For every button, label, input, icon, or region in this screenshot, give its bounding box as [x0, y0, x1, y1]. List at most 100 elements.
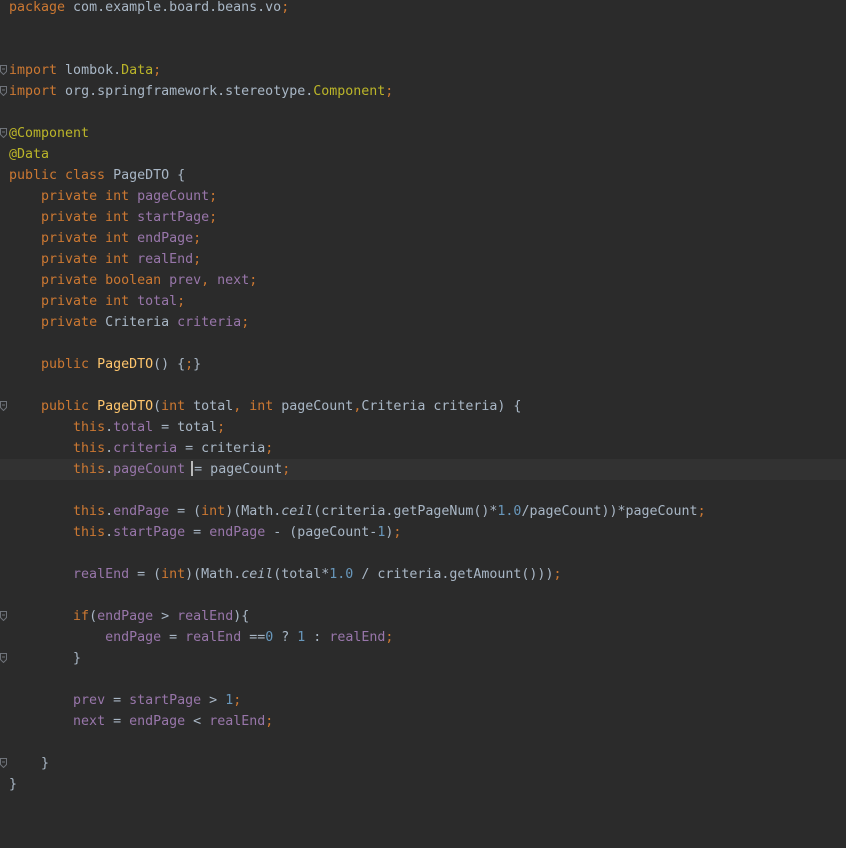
code-token: ; — [153, 63, 162, 78]
code-text: this.total = total; — [9, 417, 225, 438]
code-line[interactable] — [0, 585, 846, 606]
code-line[interactable]: this.criteria = criteria; — [0, 438, 846, 459]
code-text: private int realEnd; — [9, 249, 201, 270]
code-line[interactable]: private int total; — [0, 291, 846, 312]
code-line[interactable]: private int endPage; — [0, 228, 846, 249]
code-text: } — [9, 774, 17, 795]
code-token: ; — [265, 441, 274, 456]
code-line[interactable]: import lombok.Data; — [0, 60, 846, 81]
code-line[interactable]: } — [0, 774, 846, 795]
code-line[interactable]: private int startPage; — [0, 207, 846, 228]
code-token: : — [305, 630, 330, 645]
code-text: public PageDTO(int total, int pageCount,… — [9, 396, 521, 417]
code-line[interactable]: } — [0, 648, 846, 669]
code-token: int — [161, 567, 186, 582]
code-text: this.criteria = criteria; — [9, 438, 273, 459]
code-line[interactable]: import org.springframework.stereotype.Co… — [0, 81, 846, 102]
code-line[interactable]: private int realEnd; — [0, 249, 846, 270]
code-text: if(endPage > realEnd){ — [9, 606, 249, 627]
code-token: this — [73, 462, 106, 477]
code-token: - (pageCount- — [265, 525, 378, 540]
code-line[interactable] — [0, 732, 846, 753]
code-line[interactable] — [0, 39, 846, 60]
code-line[interactable]: this.total = total; — [0, 417, 846, 438]
code-token: public — [41, 357, 98, 372]
code-line[interactable]: @Data — [0, 144, 846, 165]
code-line[interactable] — [0, 333, 846, 354]
code-token: ; — [385, 630, 394, 645]
code-token: ( — [153, 399, 162, 414]
code-token: ceil — [241, 567, 274, 582]
code-token: (total* — [273, 567, 330, 582]
code-token: realEnd — [137, 252, 194, 267]
code-token: int — [201, 504, 226, 519]
code-token: ; — [553, 567, 562, 582]
code-line[interactable]: realEnd = (int)(Math.ceil(total*1.0 / cr… — [0, 564, 846, 585]
code-token: this — [73, 420, 106, 435]
code-token: ; — [193, 231, 202, 246]
code-line[interactable]: } — [0, 753, 846, 774]
code-line[interactable]: this.startPage = endPage - (pageCount-1)… — [0, 522, 846, 543]
code-text: private Criteria criteria; — [9, 312, 249, 333]
code-editor[interactable]: package com.example.board.beans.vo; impor… — [0, 0, 846, 848]
code-token: endPage — [137, 231, 194, 246]
code-line[interactable]: private int pageCount; — [0, 186, 846, 207]
code-token: realEnd — [177, 609, 234, 624]
code-token: private int — [41, 231, 138, 246]
code-token: import — [9, 63, 58, 78]
code-line[interactable] — [0, 543, 846, 564]
code-line[interactable]: @Component — [0, 123, 846, 144]
fold-marker-icon[interactable] — [0, 401, 7, 411]
fold-marker-icon[interactable] — [0, 86, 7, 96]
code-token: ; — [249, 273, 258, 288]
code-text: realEnd = (int)(Math.ceil(total*1.0 / cr… — [9, 564, 561, 585]
code-token: = — [105, 714, 130, 729]
fold-marker-icon[interactable] — [0, 128, 7, 138]
code-line[interactable]: prev = startPage > 1; — [0, 690, 846, 711]
fold-marker-icon[interactable] — [0, 758, 7, 768]
code-line[interactable]: public PageDTO() {;} — [0, 354, 846, 375]
code-line[interactable]: this.pageCount = pageCount; — [0, 459, 846, 480]
code-line[interactable]: public class PageDTO { — [0, 165, 846, 186]
code-line[interactable]: endPage = realEnd ==0 ? 1 : realEnd; — [0, 627, 846, 648]
code-token: private — [41, 315, 106, 330]
code-line[interactable] — [0, 102, 846, 123]
code-line[interactable] — [0, 375, 846, 396]
code-line[interactable] — [0, 18, 846, 39]
code-line[interactable]: public PageDTO(int total, int pageCount,… — [0, 396, 846, 417]
code-token: = — [161, 630, 186, 645]
fold-marker-icon[interactable] — [0, 65, 7, 75]
code-token: 1.0 — [497, 504, 522, 519]
code-line[interactable]: next = endPage < realEnd; — [0, 711, 846, 732]
code-line[interactable] — [0, 669, 846, 690]
code-line[interactable]: private Criteria criteria; — [0, 312, 846, 333]
code-token: )(Math. — [185, 567, 242, 582]
code-token: < — [185, 714, 210, 729]
code-line[interactable]: this.endPage = (int)(Math.ceil(criteria.… — [0, 501, 846, 522]
code-token: this — [73, 525, 106, 540]
code-token: org.springframework.stereotype. — [57, 84, 314, 99]
code-line[interactable]: if(endPage > realEnd){ — [0, 606, 846, 627]
code-token: ; — [241, 315, 250, 330]
code-token: realEnd — [185, 630, 242, 645]
code-line[interactable] — [0, 480, 846, 501]
code-text: this.startPage = endPage - (pageCount-1)… — [9, 522, 401, 543]
fold-marker-icon[interactable] — [0, 611, 7, 621]
code-line[interactable]: package com.example.board.beans.vo; — [0, 0, 846, 18]
code-token: if — [73, 609, 90, 624]
code-token: ceil — [281, 504, 314, 519]
code-token: next — [73, 714, 106, 729]
fold-marker-icon[interactable] — [0, 653, 7, 663]
code-token: )(Math. — [225, 504, 282, 519]
code-line[interactable]: private boolean prev, next; — [0, 270, 846, 291]
code-token: == — [241, 630, 266, 645]
code-text: next = endPage < realEnd; — [9, 711, 273, 732]
code-token: } — [9, 756, 50, 771]
code-text: private int total; — [9, 291, 185, 312]
